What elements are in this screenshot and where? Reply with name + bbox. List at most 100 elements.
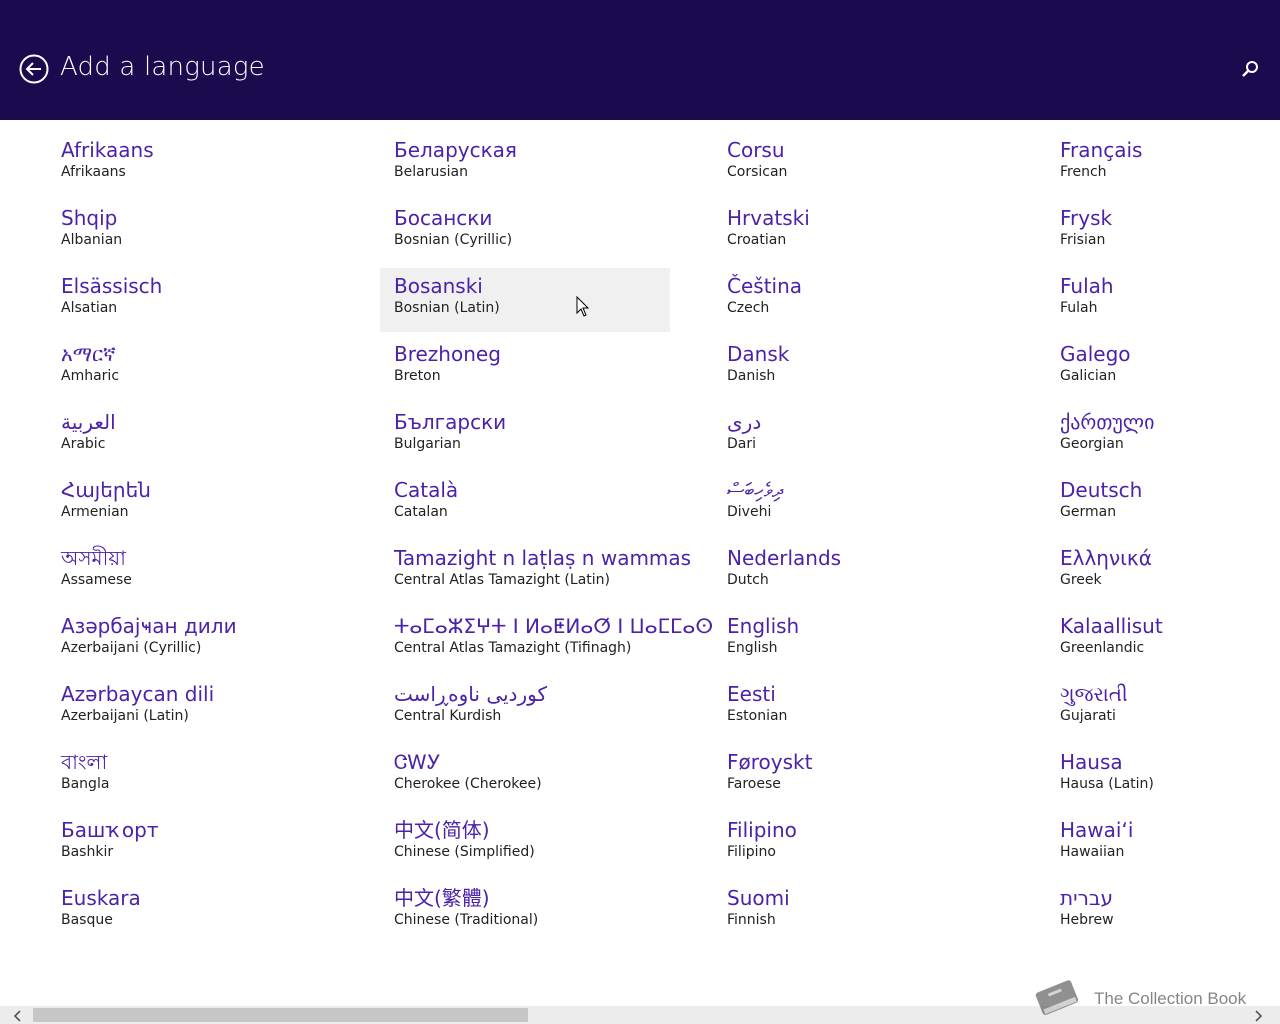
language-item[interactable]: ᏣᎳᎩ Cherokee (Cherokee) — [380, 744, 670, 808]
language-item[interactable]: Башҡорт Bashkir — [47, 812, 337, 876]
language-native-name: অসমীয়া — [61, 546, 126, 570]
language-item[interactable]: Shqip Albanian — [47, 200, 337, 264]
language-native-name: Босански — [394, 206, 493, 230]
language-native-name: Suomi — [727, 886, 790, 910]
language-english-name: Hawaiian — [1060, 844, 1125, 860]
search-button[interactable] — [1240, 60, 1260, 80]
language-item[interactable]: العربية Arabic — [47, 404, 337, 468]
language-english-name: Bosnian (Cyrillic) — [394, 232, 513, 248]
language-item[interactable]: Čeština Czech — [713, 268, 1003, 332]
language-native-name: English — [727, 614, 800, 638]
language-native-name: ދިވެހިބަސް — [727, 478, 783, 502]
language-native-name: Nederlands — [727, 546, 842, 570]
language-english-name: Georgian — [1060, 436, 1124, 452]
language-item[interactable]: Corsu Corsican — [713, 132, 1003, 196]
language-item[interactable]: Hawaiʻi Hawaiian — [1046, 812, 1280, 876]
language-item[interactable]: Dansk Danish — [713, 336, 1003, 400]
language-item[interactable]: Босански Bosnian (Cyrillic) — [380, 200, 670, 264]
scrollbar-thumb[interactable] — [33, 1008, 528, 1022]
language-item[interactable]: Азәрбајҹан дили Azerbaijani (Cyrillic) — [47, 608, 337, 672]
language-native-name: עברית — [1060, 886, 1113, 910]
language-english-name: Filipino — [727, 844, 776, 860]
language-item[interactable]: Беларуская Belarusian — [380, 132, 670, 196]
language-item[interactable]: Fulah Fulah — [1046, 268, 1280, 332]
language-item[interactable]: Français French — [1046, 132, 1280, 196]
language-english-name: Arabic — [61, 436, 106, 452]
language-item[interactable]: Eesti Estonian — [713, 676, 1003, 740]
language-item[interactable]: Føroyskt Faroese — [713, 744, 1003, 808]
language-native-name: Eesti — [727, 682, 776, 706]
language-item[interactable]: کوردیی ناوەڕاست Central Kurdish — [380, 676, 670, 740]
language-item[interactable]: Azərbaycan dili Azerbaijani (Latin) — [47, 676, 337, 740]
language-native-name: বাংলা — [61, 750, 108, 774]
language-item[interactable]: درى Dari — [713, 404, 1003, 468]
language-english-name: Catalan — [394, 504, 448, 520]
language-english-name: Central Atlas Tamazight (Tifinagh) — [394, 640, 632, 656]
language-native-name: Bosanski — [394, 274, 483, 298]
language-native-name: Hawaiʻi — [1060, 818, 1134, 842]
language-item[interactable]: 中文(繁體) Chinese (Traditional) — [380, 880, 670, 944]
language-item[interactable]: Català Catalan — [380, 472, 670, 536]
language-native-name: Հայերեն — [61, 478, 151, 502]
language-item[interactable]: বাংলা Bangla — [47, 744, 337, 808]
language-item[interactable]: Български Bulgarian — [380, 404, 670, 468]
language-english-name: Bosnian (Latin) — [394, 300, 500, 316]
language-native-name: Kalaallisut — [1060, 614, 1163, 638]
language-item[interactable]: 中文(简体) Chinese (Simplified) — [380, 812, 670, 876]
language-item[interactable]: Euskara Basque — [47, 880, 337, 944]
language-native-name: Galego — [1060, 342, 1131, 366]
language-item[interactable]: English English — [713, 608, 1003, 672]
language-item[interactable]: Hrvatski Croatian — [713, 200, 1003, 264]
language-item[interactable]: Elsässisch Alsatian — [47, 268, 337, 332]
search-icon — [1242, 61, 1258, 77]
language-item[interactable]: Brezhoneg Breton — [380, 336, 670, 400]
language-english-name: Central Kurdish — [394, 708, 502, 724]
back-button[interactable] — [19, 54, 49, 84]
language-item[interactable]: Hausa Hausa (Latin) — [1046, 744, 1280, 808]
app-header: Add a language — [0, 0, 1280, 120]
language-native-name: Беларуская — [394, 138, 517, 162]
language-item[interactable]: ગુજરાતી Gujarati — [1046, 676, 1280, 740]
language-native-name: Hrvatski — [727, 206, 810, 230]
language-item[interactable]: ދިވެހިބަސް Divehi — [713, 472, 1003, 536]
language-item[interactable]: Kalaallisut Greenlandic — [1046, 608, 1280, 672]
scroll-left-icon[interactable] — [12, 1010, 24, 1022]
language-english-name: Alsatian — [61, 300, 118, 316]
language-item[interactable]: Ελληνικά Greek — [1046, 540, 1280, 604]
language-english-name: French — [1060, 164, 1107, 180]
language-item[interactable]: Frysk Frisian — [1046, 200, 1280, 264]
language-item[interactable]: অসমীয়া Assamese — [47, 540, 337, 604]
language-item[interactable]: Tamazight n laṭlaṣ n wammas Central Atlas… — [380, 540, 691, 604]
language-english-name: Greenlandic — [1060, 640, 1145, 656]
language-item[interactable]: Deutsch German — [1046, 472, 1280, 536]
book-icon — [1035, 980, 1079, 1015]
language-english-name: Assamese — [61, 572, 132, 588]
language-english-name: Faroese — [727, 776, 781, 792]
language-item[interactable]: አማርኛ Amharic — [47, 336, 337, 400]
language-english-name: Greek — [1060, 572, 1102, 588]
language-english-name: Chinese (Traditional) — [394, 912, 539, 928]
language-item[interactable]: Nederlands Dutch — [713, 540, 1003, 604]
language-native-name: Corsu — [727, 138, 785, 162]
language-english-name: German — [1060, 504, 1117, 520]
language-item[interactable]: Suomi Finnish — [713, 880, 1003, 944]
language-item[interactable]: Galego Galician — [1046, 336, 1280, 400]
back-arrow-icon — [19, 54, 49, 84]
language-english-name: Basque — [61, 912, 113, 928]
language-english-name: Finnish — [727, 912, 776, 928]
language-item[interactable]: Հայերեն Armenian — [47, 472, 337, 536]
language-item[interactable]: Filipino Filipino — [713, 812, 1003, 876]
language-item[interactable]: ⵜⴰⵎⴰⵣⵉⵖⵜ ⵏ ⵍⴰⵟⵍⴰⵚ ⵏ ⵡⴰⵎⵎⴰⵙ Central Atlas … — [380, 608, 713, 672]
language-item[interactable]: Afrikaans Afrikaans — [47, 132, 337, 196]
language-english-name: Albanian — [61, 232, 123, 248]
language-item[interactable]: ქართული Georgian — [1046, 404, 1280, 468]
language-item[interactable]: עברית Hebrew — [1046, 880, 1280, 944]
language-native-name: ᏣᎳᎩ — [394, 750, 441, 774]
language-english-name: Central Atlas Tamazight (Latin) — [394, 572, 610, 588]
language-native-name: Euskara — [61, 886, 141, 910]
language-english-name: Azerbaijani (Latin) — [61, 708, 189, 724]
language-native-name: Hausa — [1060, 750, 1123, 774]
language-english-name: Gujarati — [1060, 708, 1116, 724]
language-native-name: Азәрбајҹан дили — [61, 614, 237, 638]
language-item[interactable]: Bosanski Bosnian (Latin) — [380, 268, 670, 332]
